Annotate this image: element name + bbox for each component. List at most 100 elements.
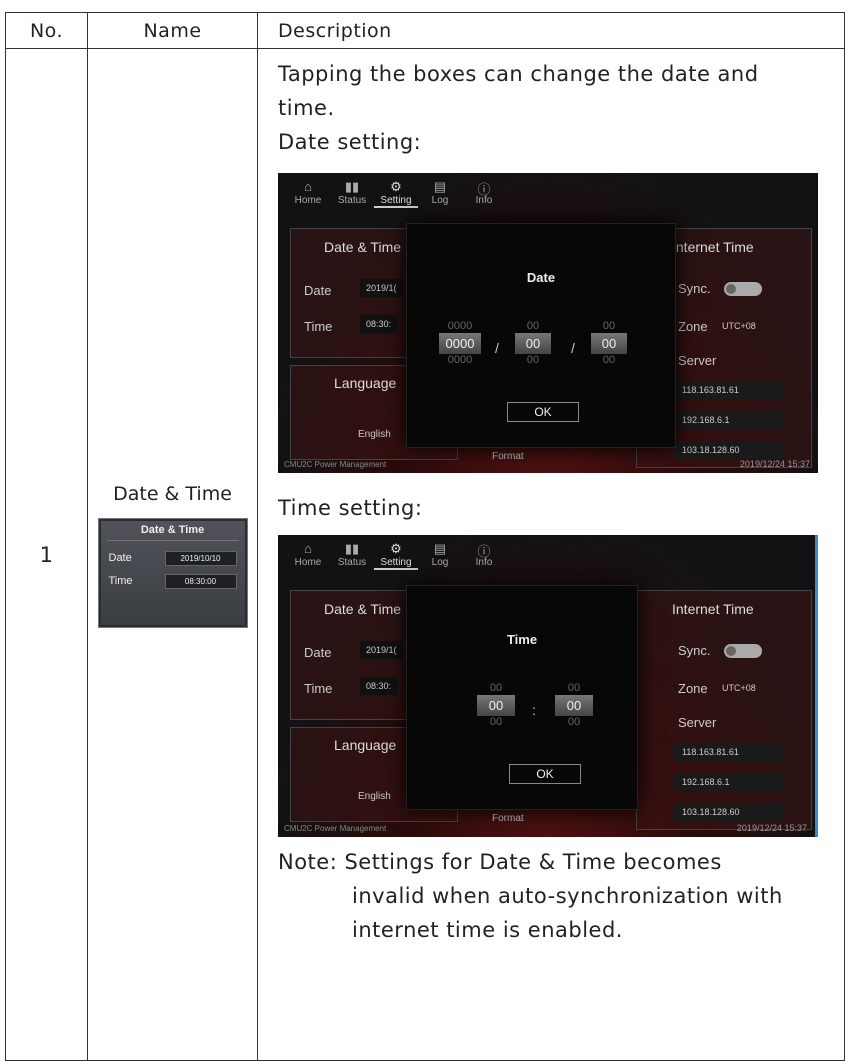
date-field[interactable]: 2019/1( xyxy=(360,641,403,659)
day-next: 00 xyxy=(602,354,616,366)
day-prev: 00 xyxy=(602,320,616,332)
header-name: Name xyxy=(87,12,258,49)
month-prev: 00 xyxy=(526,320,540,332)
bar-chart-icon: ▮▮ xyxy=(344,541,360,556)
date-separator-1: / xyxy=(495,340,499,356)
time-setting-heading: Time setting: xyxy=(278,496,423,520)
widget-time-label: Time xyxy=(108,575,133,587)
home-icon: ⌂ xyxy=(304,541,312,556)
nav-info[interactable]: ⓘ Info xyxy=(462,179,506,208)
nav-status-label: Status xyxy=(337,195,367,206)
minute-current: 00 xyxy=(555,695,593,716)
nav-log-label: Log xyxy=(431,557,449,568)
time-separator: : xyxy=(532,702,536,718)
nav-log[interactable]: ▤ Log xyxy=(418,541,462,570)
nav-log-label: Log xyxy=(431,195,449,206)
month-next: 00 xyxy=(526,354,540,366)
nav-info-label: Info xyxy=(475,195,493,206)
nav-home-label: Home xyxy=(294,195,322,206)
nav-status[interactable]: ▮▮ Status xyxy=(330,541,374,570)
nav-log[interactable]: ▤ Log xyxy=(418,179,462,208)
server-field-1[interactable]: 118.163.81.61 xyxy=(674,743,784,761)
table-row: 1 Date & Time Date & Time Date 2019/10/1… xyxy=(5,48,845,1061)
zone-value[interactable]: UTC+08 xyxy=(722,683,756,693)
nav-home[interactable]: ⌂ Home xyxy=(286,179,330,208)
footer-app-name: CMU2C Power Management xyxy=(284,824,387,833)
sync-toggle[interactable] xyxy=(724,644,762,658)
minute-spinner[interactable]: 00 00 00 xyxy=(555,682,593,729)
month-current: 00 xyxy=(515,333,551,354)
bar-chart-icon: ▮▮ xyxy=(344,179,360,194)
date-label: Date xyxy=(304,283,332,298)
time-field[interactable]: 08:30: xyxy=(360,315,398,333)
footer-app-name: CMU2C Power Management xyxy=(284,460,387,469)
nav-status[interactable]: ▮▮ Status xyxy=(330,179,374,208)
time-field[interactable]: 08:30: xyxy=(360,677,398,695)
intro-line-1: Tapping the boxes can change the date an… xyxy=(278,62,759,86)
internet-time-panel xyxy=(636,590,812,830)
date-dialog-title: Date xyxy=(526,270,556,285)
nav-status-label: Status xyxy=(337,557,367,568)
nav-info[interactable]: ⓘ Info xyxy=(462,541,506,570)
time-setting-screenshot: ⌂ Home ▮▮ Status ⚙ Setting ▤ Log ⓘ Info Date … xyxy=(278,535,818,837)
internet-time-title: Internet Time xyxy=(672,239,754,255)
date-ok-button[interactable]: OK xyxy=(507,402,579,422)
hour-current: 00 xyxy=(477,695,515,716)
language-value[interactable]: English xyxy=(358,791,391,802)
year-spinner[interactable]: 0000 0000 0000 xyxy=(439,320,481,367)
server-field-2[interactable]: 192.168.6.1 xyxy=(674,773,784,791)
time-dialog: Time 00 00 00 : 00 00 00 OK xyxy=(406,585,638,810)
info-icon: ⓘ xyxy=(477,544,491,559)
server-label: Server xyxy=(678,353,717,368)
server-field-2[interactable]: 192.168.6.1 xyxy=(674,411,784,429)
day-spinner[interactable]: 00 00 00 xyxy=(591,320,627,367)
date-time-widget-image: Date & Time Date 2019/10/10 Time 08:30:0… xyxy=(98,518,247,627)
row-number: 1 xyxy=(5,48,88,1061)
month-spinner[interactable]: 00 00 00 xyxy=(515,320,551,367)
time-dialog-title: Time xyxy=(506,632,538,647)
footer-datetime: 2019/12/24 15:37 xyxy=(739,459,810,469)
zone-value[interactable]: UTC+08 xyxy=(722,321,756,331)
document-page: No. Name Description 1 Date & Time Date … xyxy=(0,0,850,1064)
server-field-1[interactable]: 118.163.81.61 xyxy=(674,381,784,399)
date-field[interactable]: 2019/1( xyxy=(360,279,403,297)
sync-label: Sync. xyxy=(678,643,711,658)
zone-label: Zone xyxy=(678,319,708,334)
log-icon: ▤ xyxy=(433,179,447,194)
day-current: 00 xyxy=(591,333,627,354)
note-line-2: invalid when auto-synchronization with xyxy=(352,884,783,908)
zone-label: Zone xyxy=(678,681,708,696)
nav-setting[interactable]: ⚙ Setting xyxy=(374,541,418,570)
language-title: Language xyxy=(334,737,397,753)
server-field-3[interactable]: 103.18.128.60 xyxy=(674,803,784,821)
intro-line-2: time. xyxy=(278,96,335,120)
hour-spinner[interactable]: 00 00 00 xyxy=(477,682,515,729)
nav-home[interactable]: ⌂ Home xyxy=(286,541,330,570)
row-description-cell: Tapping the boxes can change the date an… xyxy=(257,48,845,1061)
table-header-row: No. Name Description xyxy=(5,12,845,49)
language-title: Language xyxy=(334,375,397,391)
nav-setting[interactable]: ⚙ Setting xyxy=(374,179,418,208)
server-field-3[interactable]: 103.18.128.60 xyxy=(674,441,784,459)
time-label: Time xyxy=(304,319,333,334)
name-block: Date & Time Date & Time Date 2019/10/10 … xyxy=(88,483,257,627)
language-value[interactable]: English xyxy=(358,429,391,440)
nav-home-label: Home xyxy=(294,557,322,568)
hour-prev: 00 xyxy=(489,682,503,694)
sync-toggle[interactable] xyxy=(724,282,762,296)
row-name: Date & Time xyxy=(113,482,232,505)
header-no: No. xyxy=(5,12,88,49)
note-line-3: internet time is enabled. xyxy=(352,918,623,942)
internet-time-title: Internet Time xyxy=(672,601,754,617)
widget-date-row: Date 2019/10/10 xyxy=(107,550,239,566)
date-separator-2: / xyxy=(571,340,575,356)
minute-prev: 00 xyxy=(567,682,581,694)
nav-setting-label: Setting xyxy=(380,557,412,568)
widget-time-value: 08:30:00 xyxy=(164,573,237,589)
sync-label: Sync. xyxy=(678,281,711,296)
time-label: Time xyxy=(304,681,333,696)
description-table: No. Name Description 1 Date & Time Date … xyxy=(5,12,845,1061)
info-icon: ⓘ xyxy=(477,182,491,197)
nav-bar: ⌂ Home ▮▮ Status ⚙ Setting ▤ Log ⓘ Info xyxy=(286,541,506,570)
time-ok-button[interactable]: OK xyxy=(509,764,581,784)
